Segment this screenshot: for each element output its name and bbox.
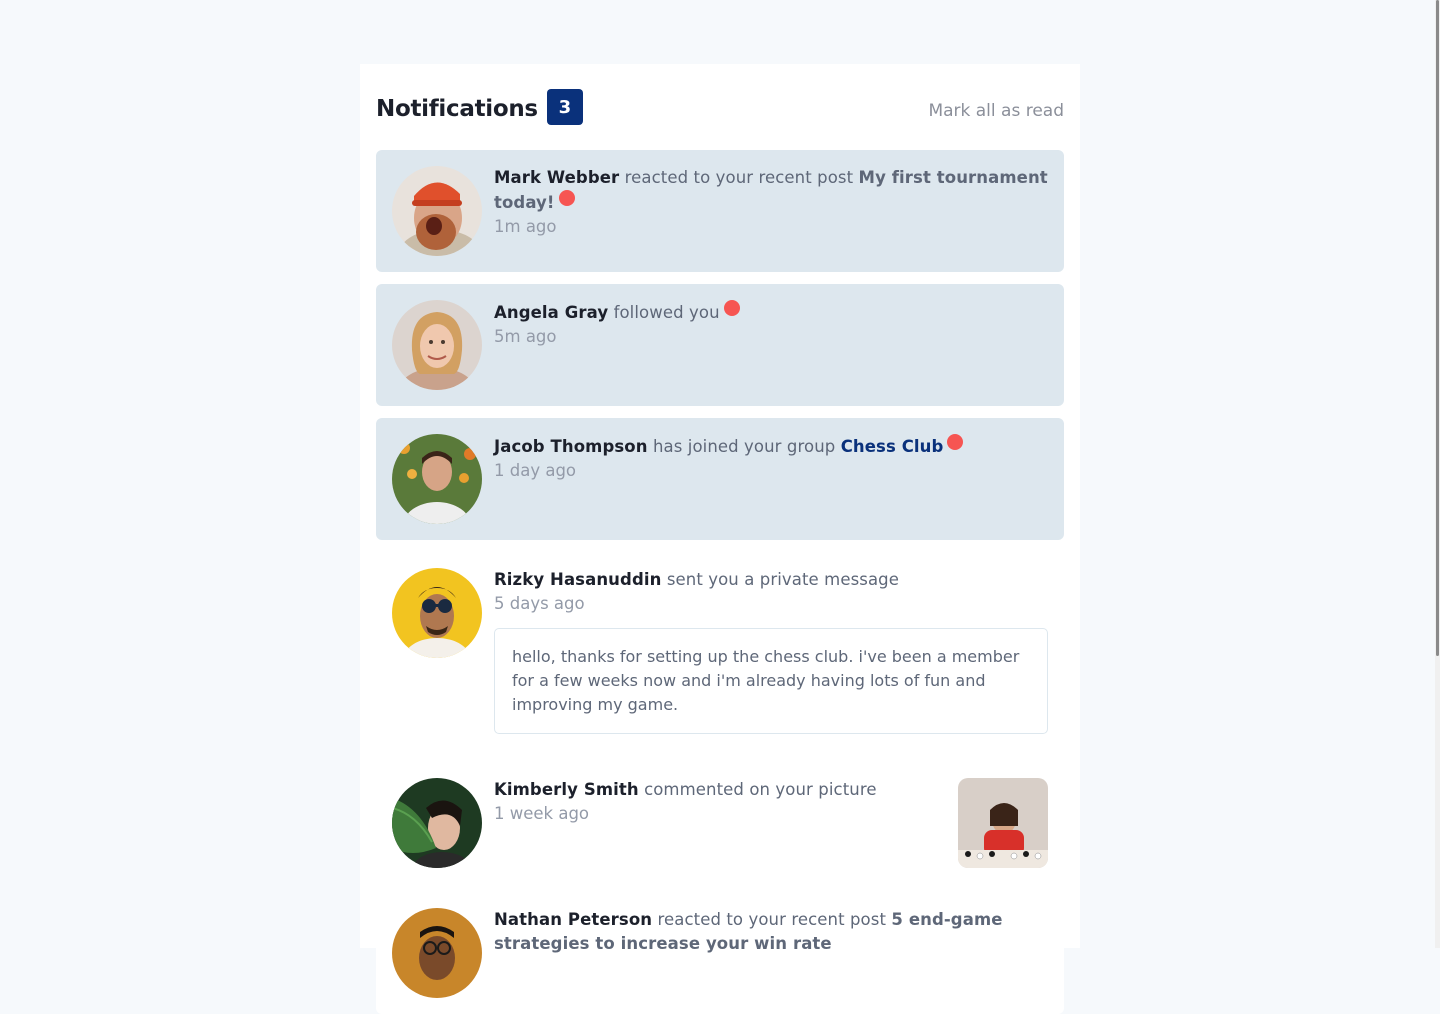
notification-text: Jacob Thompson has joined your group Che… xyxy=(494,434,1048,459)
group-link[interactable]: Chess Club xyxy=(841,437,944,456)
notification-item[interactable]: Jacob Thompson has joined your group Che… xyxy=(376,418,1064,540)
avatar-rizky-hasanuddin[interactable] xyxy=(392,568,482,658)
notification-item[interactable]: Rizky Hasanuddin sent you a private mess… xyxy=(376,552,1064,750)
avatar-mark-webber[interactable] xyxy=(392,166,482,256)
notification-action: reacted to your recent post xyxy=(657,910,887,929)
notification-body: Nathan Peterson reacted to your recent p… xyxy=(494,908,1048,998)
header-title-group: Notifications 3 xyxy=(376,89,583,125)
unread-dot xyxy=(558,190,575,206)
scrollbar-thumb[interactable] xyxy=(1436,0,1439,656)
notification-time: 5 days ago xyxy=(494,594,585,613)
user-name[interactable]: Rizky Hasanuddin xyxy=(494,570,661,589)
notification-text: Mark Webber reacted to your recent post … xyxy=(494,166,1048,215)
unread-count-badge: 3 xyxy=(546,89,583,125)
notification-time: 1m ago xyxy=(494,217,557,236)
notification-text: Nathan Peterson reacted to your recent p… xyxy=(494,908,1048,956)
avatar-nathan-peterson[interactable] xyxy=(392,908,482,998)
user-name[interactable]: Mark Webber xyxy=(494,168,619,187)
notification-body: Rizky Hasanuddin sent you a private mess… xyxy=(494,568,1048,734)
notification-body: Jacob Thompson has joined your group Che… xyxy=(494,434,1048,524)
notification-text: Rizky Hasanuddin sent you a private mess… xyxy=(494,568,1048,592)
unread-dot xyxy=(947,434,964,450)
notification-action: commented on your picture xyxy=(644,780,877,799)
mark-all-as-read-button[interactable]: Mark all as read xyxy=(928,101,1064,121)
commented-picture-thumbnail[interactable] xyxy=(958,778,1048,868)
avatar-angela-gray[interactable] xyxy=(392,300,482,390)
notification-action: reacted to your recent post xyxy=(624,168,854,187)
notification-text: Angela Gray followed you xyxy=(494,300,1048,325)
notification-time: 1 day ago xyxy=(494,461,577,480)
private-message-preview[interactable]: hello, thanks for setting up the chess c… xyxy=(494,628,1048,734)
avatar-jacob-thompson[interactable] xyxy=(392,434,482,524)
notification-item[interactable]: Kimberly Smith commented on your picture… xyxy=(376,762,1064,882)
user-name[interactable]: Jacob Thompson xyxy=(494,437,648,456)
notification-action: sent you a private message xyxy=(666,570,900,589)
notification-action: followed you xyxy=(613,303,720,322)
notification-body: Angela Gray followed you 5m ago xyxy=(494,300,1048,390)
notification-action: has joined your group xyxy=(652,437,836,456)
notification-body: Mark Webber reacted to your recent post … xyxy=(494,166,1048,256)
notification-item[interactable]: Angela Gray followed you 5m ago xyxy=(376,284,1064,406)
user-name[interactable]: Nathan Peterson xyxy=(494,910,652,929)
page-scrollbar[interactable] xyxy=(1435,0,1440,948)
notifications-header: Notifications 3 Mark all as read xyxy=(376,89,1064,128)
notification-item[interactable]: Mark Webber reacted to your recent post … xyxy=(376,150,1064,272)
avatar-kimberly-smith[interactable] xyxy=(392,778,482,868)
unread-dot xyxy=(723,300,740,316)
notification-time: 5m ago xyxy=(494,327,557,346)
notifications-card: Notifications 3 Mark all as read Mark We… xyxy=(360,64,1080,1014)
user-name[interactable]: Angela Gray xyxy=(494,303,608,322)
user-name[interactable]: Kimberly Smith xyxy=(494,780,639,799)
page-title: Notifications xyxy=(376,96,538,122)
notification-item[interactable]: Nathan Peterson reacted to your recent p… xyxy=(376,894,1064,1014)
